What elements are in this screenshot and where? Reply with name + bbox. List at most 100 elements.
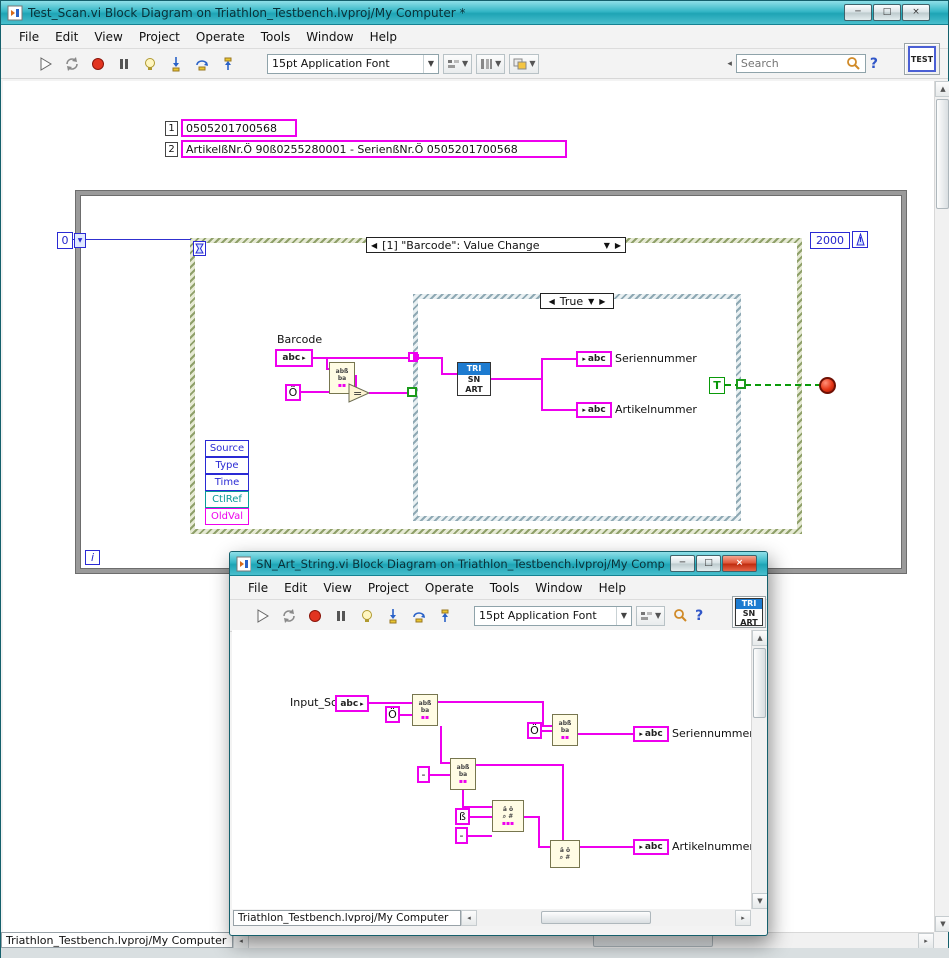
case-structure-selector[interactable]: ◀ True ▼ ▶ [540, 293, 614, 309]
dash-constant-1[interactable]: - [417, 766, 430, 783]
vi-icon-test[interactable]: TEST [904, 43, 940, 75]
menu-view[interactable]: View [315, 578, 359, 598]
menu-edit[interactable]: Edit [47, 27, 86, 47]
close-button[interactable]: × [722, 555, 757, 572]
loop-condition-stop-terminal[interactable] [819, 377, 836, 394]
string-match-node-2[interactable]: abß ba ▪▪ [552, 714, 578, 746]
case-output-tunnel[interactable] [736, 379, 746, 389]
case-selector-tunnel[interactable] [407, 387, 417, 397]
maximize-button[interactable]: □ [696, 555, 721, 572]
highlight-execution-button[interactable] [139, 53, 161, 75]
step-over-button[interactable] [191, 53, 213, 75]
sn-art-subvi[interactable]: TRI SN ART [457, 362, 491, 396]
string-match-node-1[interactable]: abß ba ▪▪ [412, 694, 438, 726]
scroll-down-icon[interactable]: ▼ [935, 916, 949, 932]
string-match-node-3[interactable]: abß ba ▪▪ [450, 758, 476, 790]
run-button[interactable] [252, 605, 274, 627]
scroll-up-icon[interactable]: ▲ [752, 630, 767, 646]
v-scroll-thumb[interactable] [936, 99, 949, 209]
maximize-button[interactable]: □ [873, 4, 901, 21]
string-constant-serial[interactable]: 0505201700568 [181, 119, 297, 137]
input-scan-control[interactable]: abc ▸ [335, 695, 369, 712]
seriennummer-indicator[interactable]: ▸ abc [576, 351, 612, 367]
search-icon[interactable] [846, 56, 861, 71]
o-umlaut-constant-2[interactable]: Ö [527, 722, 542, 739]
menu-tools[interactable]: Tools [253, 27, 299, 47]
main-vertical-scrollbar[interactable]: ▲ ▼ [934, 81, 949, 932]
scroll-down-icon[interactable]: ▼ [752, 893, 767, 909]
v-scroll-thumb[interactable] [753, 648, 766, 718]
font-selector[interactable]: 15pt Application Font ▼ [267, 53, 439, 74]
run-continuous-button[interactable] [278, 605, 300, 627]
step-out-button[interactable] [217, 53, 239, 75]
menu-file[interactable]: File [240, 578, 276, 598]
menu-project[interactable]: Project [360, 578, 417, 598]
step-into-button[interactable] [382, 605, 404, 627]
eszett-constant[interactable]: ß [455, 808, 470, 825]
timeout-stepper-icon[interactable]: ▼ [74, 233, 86, 248]
sub-vertical-scrollbar[interactable]: ▲ ▼ [751, 630, 767, 909]
minimize-button[interactable]: ─ [844, 4, 872, 21]
event-field-type[interactable]: Type [205, 457, 249, 474]
event-field-source[interactable]: Source [205, 440, 249, 457]
search-input[interactable] [740, 57, 842, 70]
wait-ms-icon[interactable] [852, 231, 868, 248]
event-field-oldval[interactable]: OldVal [205, 508, 249, 525]
seriennummer-indicator[interactable]: ▸ abc [633, 726, 669, 742]
menu-operate[interactable]: Operate [417, 578, 482, 598]
event-data-node[interactable]: Source Type Time CtlRef OldVal [205, 440, 249, 525]
dash-constant-2[interactable]: - [455, 827, 468, 844]
menu-window[interactable]: Window [298, 27, 361, 47]
abort-button[interactable] [304, 605, 326, 627]
search-collapse-icon[interactable]: ◂ [727, 59, 732, 69]
highlight-execution-button[interactable] [356, 605, 378, 627]
timeout-constant[interactable]: 0 [57, 232, 73, 249]
vi-icon-sn-art[interactable]: TRI SN ART [732, 596, 766, 628]
string-constant-article[interactable]: ArtikelßNr.Ö 90ß0255280001 - SerienßNr.Ö… [181, 140, 567, 158]
event-field-ctlref[interactable]: CtlRef [205, 491, 249, 508]
true-constant[interactable]: T [709, 377, 725, 394]
menu-help[interactable]: Help [591, 578, 634, 598]
event-field-time[interactable]: Time [205, 474, 249, 491]
barcode-string-control[interactable]: abc ▸ [275, 349, 313, 367]
distribute-objects-button[interactable]: ▼ [476, 53, 506, 74]
equals-node[interactable]: = [348, 383, 372, 403]
sub-block-diagram-canvas[interactable]: Input_Scan abc ▸ Ö abß ba ▪▪ Ö abß ba ▪▪ ▸ a… [232, 630, 751, 909]
menu-window[interactable]: Window [527, 578, 590, 598]
run-button[interactable] [35, 53, 57, 75]
menu-project[interactable]: Project [131, 27, 188, 47]
event-prev-icon[interactable]: ◀ [371, 241, 377, 250]
run-continuous-button[interactable] [61, 53, 83, 75]
event-structure-selector[interactable]: ◀ [1] "Barcode": Value Change ▼ ▶ [366, 237, 626, 253]
case-next-icon[interactable]: ▶ [599, 297, 605, 306]
font-selector[interactable]: 15pt Application Font ▼ [474, 605, 632, 626]
minimize-button[interactable]: ─ [670, 555, 695, 572]
align-objects-button[interactable]: ▼ [636, 605, 666, 626]
o-umlaut-constant[interactable]: Ö [285, 384, 301, 401]
pause-button[interactable] [330, 605, 352, 627]
search-replace-node-2[interactable]: ä ö ⌕ # [550, 840, 580, 868]
menu-view[interactable]: View [86, 27, 130, 47]
pause-button[interactable] [113, 53, 135, 75]
search-replace-node-1[interactable]: ä ö ⌕ # ▪▪▪ [492, 800, 524, 832]
sub-horizontal-scrollbar[interactable]: ◂ ▸ [461, 910, 751, 926]
align-objects-button[interactable]: ▼ [443, 53, 473, 74]
artikelnummer-indicator[interactable]: ▸ abc [576, 402, 612, 418]
step-into-button[interactable] [165, 53, 187, 75]
resize-objects-button[interactable]: ▼ [509, 53, 540, 74]
scroll-right-icon[interactable]: ▸ [918, 933, 934, 949]
event-timeout-terminal-icon[interactable] [193, 241, 206, 256]
menu-operate[interactable]: Operate [188, 27, 253, 47]
menu-help[interactable]: Help [362, 27, 405, 47]
menu-edit[interactable]: Edit [276, 578, 315, 598]
scroll-left-icon[interactable]: ◂ [461, 910, 477, 926]
h-scroll-thumb[interactable] [541, 911, 651, 924]
scroll-right-icon[interactable]: ▸ [735, 910, 751, 926]
step-out-button[interactable] [434, 605, 456, 627]
help-icon[interactable]: ? [695, 608, 703, 624]
scroll-up-icon[interactable]: ▲ [935, 81, 949, 97]
artikelnummer-indicator[interactable]: ▸ abc [633, 839, 669, 855]
step-over-button[interactable] [408, 605, 430, 627]
menu-tools[interactable]: Tools [482, 578, 528, 598]
case-dropdown-icon[interactable]: ▼ [588, 297, 594, 306]
